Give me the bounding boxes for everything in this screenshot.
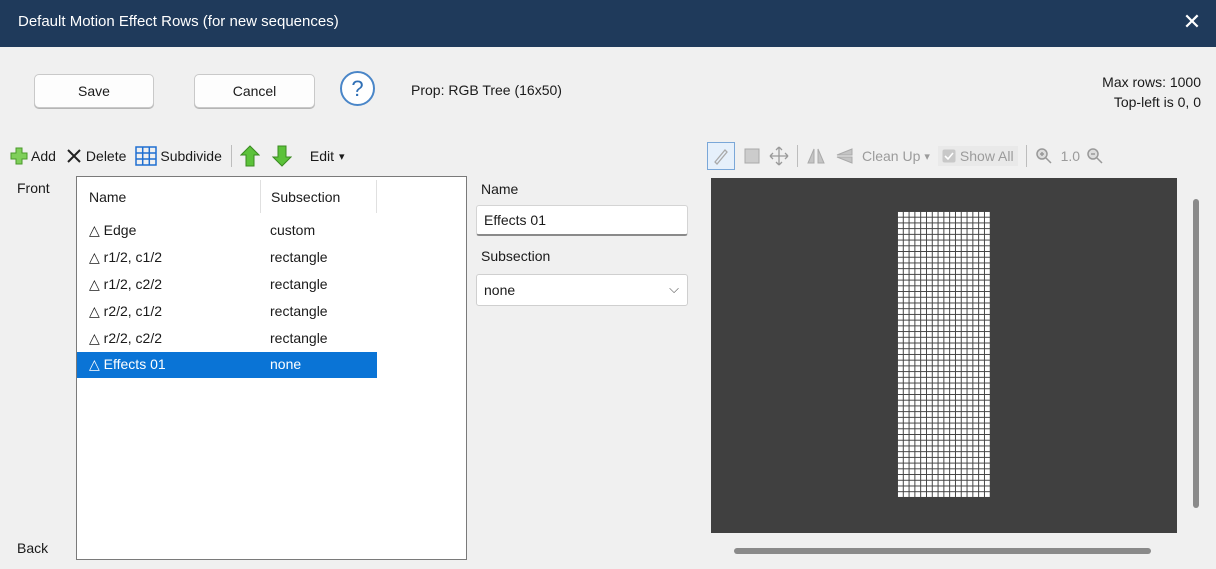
pencil-icon [714,149,728,165]
delete-label: Delete [85,148,127,164]
max-rows-text: Max rows: 1000 [1102,74,1201,90]
move-icon [769,146,789,166]
show-all-label: Show All [959,148,1014,164]
info-block: Max rows: 1000 Top-left is 0, 0 [1102,72,1201,112]
chevron-down-icon: ▾ [924,150,930,163]
delete-button[interactable]: Delete [65,147,126,165]
column-header-name[interactable]: Name [89,189,126,205]
flip-horizontal-icon [807,148,825,164]
name-field-label: Name [481,181,519,197]
edit-menu-button[interactable]: Edit ▾ [304,148,345,164]
zoom-in-icon [1035,148,1052,164]
help-icon[interactable]: ? [340,71,375,106]
canvas-toolbar: Clean Up ▾ Show All 1.0 [707,139,1112,173]
rectangle-icon [744,148,760,164]
zoom-out-button[interactable] [1086,147,1104,165]
rows-toolbar: Add Delete Subdivide Edit ▾ [10,139,354,173]
toolbar-divider [230,145,232,167]
show-all-toggle[interactable]: Show All [937,146,1018,166]
window-title: Default Motion Effect Rows (for new sequ… [18,13,339,30]
move-up-button[interactable] [239,145,263,167]
row-subsection: none [270,356,302,372]
list-item[interactable]: △ r1/2, c1/2 rectangle [77,245,377,271]
vertical-scrollbar[interactable] [1193,199,1199,508]
prop-label: Prop: RGB Tree (16x50) [411,82,562,98]
flip-vertical-button[interactable] [834,147,854,165]
row-subsection: rectangle [270,330,328,346]
add-button[interactable]: Add [10,147,56,165]
clean-up-menu-button[interactable]: Clean Up ▾ [862,148,930,164]
row-name: △ Effects 01 [89,356,166,372]
cancel-button[interactable]: Cancel [194,74,315,108]
list-item[interactable]: △ Edge custom [77,218,377,244]
subsection-field-label: Subsection [481,248,551,264]
row-name: △ r2/2, c2/2 [89,330,163,346]
subdivide-button[interactable]: Subdivide [135,146,222,166]
title-bar: Default Motion Effect Rows (for new sequ… [0,0,1216,47]
dialog-window: Default Motion Effect Rows (for new sequ… [0,0,1216,569]
subdivide-label: Subdivide [160,148,222,164]
front-label: Front [17,180,50,196]
x-icon [67,149,81,163]
rectangle-tool-button[interactable] [743,147,761,165]
column-divider [260,180,261,213]
chevron-down-icon: ▾ [339,150,345,163]
row-name: △ r1/2, c2/2 [89,276,163,292]
pencil-tool-button[interactable] [707,142,735,170]
row-name: △ r1/2, c1/2 [89,249,163,265]
prop-pixel-grid[interactable] [897,211,990,497]
row-subsection: rectangle [270,276,328,292]
subsection-select[interactable]: none ⌵ [476,274,688,306]
move-down-button[interactable] [271,145,295,167]
column-header-subsection[interactable]: Subsection [271,189,340,205]
rows-list[interactable]: Name Subsection △ Edge custom △ r1/2, c1… [76,176,467,560]
list-header: Name Subsection [77,177,377,215]
plus-icon [10,147,28,165]
arrow-up-icon [239,145,260,167]
arrow-down-icon [271,145,292,167]
flip-horizontal-button[interactable] [806,147,826,165]
row-name: △ r2/2, c1/2 [89,303,163,319]
subsection-select-value: none [484,282,516,298]
list-item[interactable]: △ r1/2, c2/2 rectangle [77,272,377,298]
checkbox-icon [942,149,956,163]
top-left-text: Top-left is 0, 0 [1113,94,1201,110]
flip-vertical-icon [836,148,853,164]
zoom-out-icon [1087,148,1103,164]
row-subsection: rectangle [270,303,328,319]
close-icon[interactable]: ✕ [1178,8,1206,36]
list-item[interactable]: △ r2/2, c1/2 rectangle [77,299,377,325]
back-label: Back [17,540,49,556]
move-tool-button[interactable] [769,146,789,166]
grid-icon [135,146,158,166]
add-label: Add [31,148,56,164]
toolbar-divider [1025,145,1027,167]
row-subsection: rectangle [270,249,328,265]
chevron-down-icon: ⌵ [669,281,679,296]
horizontal-scrollbar[interactable] [734,548,1151,554]
list-item-selected[interactable]: △ Effects 01 none [77,352,377,378]
name-field[interactable]: Effects 01 [476,205,688,236]
zoom-in-button[interactable] [1035,147,1053,165]
edit-label: Edit [309,148,335,164]
clean-up-label: Clean Up [862,148,921,164]
column-divider [376,180,377,213]
toolbar-divider [797,145,798,167]
list-item[interactable]: △ r2/2, c2/2 rectangle [77,326,377,352]
zoom-level: 1.0 [1060,148,1081,164]
save-button[interactable]: Save [34,74,154,108]
row-subsection: custom [270,222,316,238]
row-name: △ Edge [89,222,137,238]
